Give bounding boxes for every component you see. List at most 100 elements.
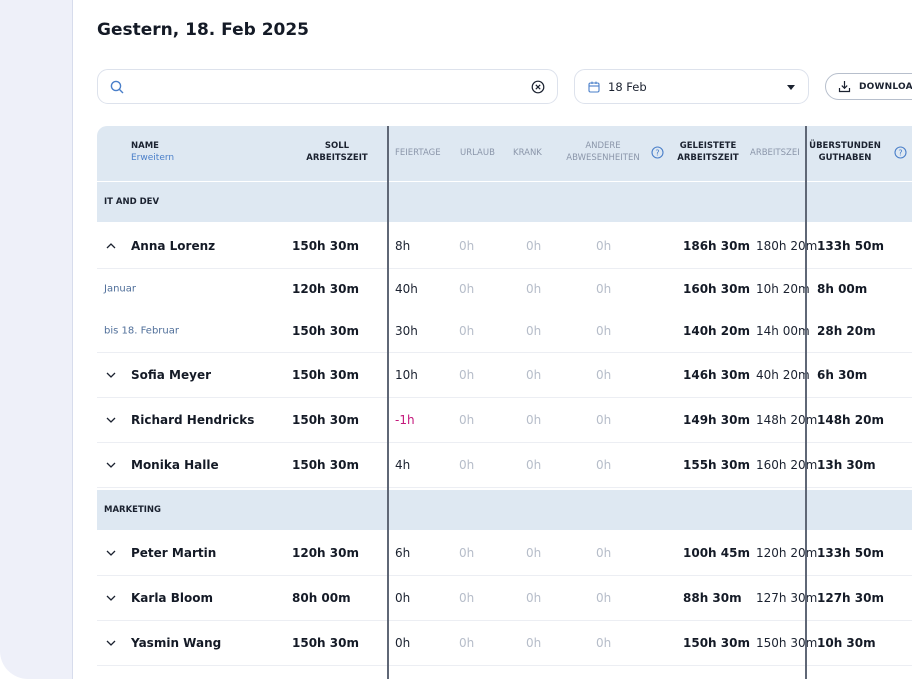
krank-value: 0h bbox=[526, 546, 542, 560]
feiertage-value: 8h bbox=[395, 239, 411, 253]
col-geleistete-line2: ARBEITSZEIT bbox=[677, 153, 739, 163]
table-row-karla-bloom[interactable]: Karla Bloom 80h 00m 0h 0h 0h 0h 88h 30m … bbox=[97, 576, 912, 621]
geleistete-value: 100h 45m bbox=[683, 546, 750, 560]
col-geleistete-line1: GELEISTETE bbox=[679, 141, 737, 151]
table-row-monika-halle[interactable]: Monika Halle 150h 30m 4h 0h 0h 0h 155h 3… bbox=[97, 443, 912, 488]
search-box[interactable] bbox=[97, 69, 558, 104]
col-header-urlaub[interactable]: URLAUB bbox=[460, 147, 495, 159]
table-header: NAME Erweitern SOLL ARBEITSZEIT FEIERTAG… bbox=[97, 126, 912, 181]
group-label: MARKETING bbox=[104, 505, 162, 515]
urlaub-value: 0h bbox=[459, 636, 475, 650]
geleistete-value: 160h 30m bbox=[683, 282, 750, 296]
expand-link[interactable]: Erweitern bbox=[131, 152, 174, 164]
feiertage-value: 0h bbox=[395, 591, 411, 605]
arbeitszeit-value: 10h 20m bbox=[756, 282, 810, 296]
krank-value: 0h bbox=[526, 239, 542, 253]
download-label: DOWNLOA bbox=[859, 82, 912, 92]
urlaub-value: 0h bbox=[459, 413, 475, 427]
table-row-peter-martin[interactable]: Peter Martin 120h 30m 6h 0h 0h 0h 100h 4… bbox=[97, 531, 912, 576]
andere-value: 0h bbox=[596, 324, 612, 338]
geleistete-value: 140h 20m bbox=[683, 324, 750, 338]
column-divider-guthaben bbox=[805, 126, 807, 679]
urlaub-value: 0h bbox=[459, 458, 475, 472]
soll-value: 120h 30m bbox=[292, 282, 359, 296]
time-table: NAME Erweitern SOLL ARBEITSZEIT FEIERTAG… bbox=[97, 126, 912, 679]
table-row-sofia-meyer[interactable]: Sofia Meyer 150h 30m 10h 0h 0h 0h 146h 3… bbox=[97, 353, 912, 398]
feiertage-value: -1h bbox=[395, 413, 415, 427]
chevron-down-icon[interactable] bbox=[106, 370, 116, 380]
col-header-name[interactable]: NAME Erweitern bbox=[131, 140, 174, 164]
feiertage-value: 4h bbox=[395, 458, 411, 472]
andere-value: 0h bbox=[596, 282, 612, 296]
table-row-richard-hendricks[interactable]: Richard Hendricks 150h 30m -1h 0h 0h 0h … bbox=[97, 398, 912, 443]
search-input[interactable] bbox=[134, 77, 528, 99]
col-andere-line1: ANDERE bbox=[585, 141, 621, 151]
table-row-bis-18-februar: bis 18. Februar 150h 30m 30h 0h 0h 0h 14… bbox=[97, 310, 912, 353]
search-icon bbox=[110, 80, 124, 94]
soll-value: 150h 30m bbox=[292, 413, 359, 427]
arbeitszeit-value: 150h 30m bbox=[756, 636, 818, 650]
feiertage-value: 0h bbox=[395, 636, 411, 650]
andere-value: 0h bbox=[596, 591, 612, 605]
chevron-down-icon[interactable] bbox=[106, 460, 116, 470]
col-header-krank[interactable]: KRANK bbox=[513, 147, 542, 159]
table-row-januar: Januar 120h 30m 40h 0h 0h 0h 160h 30m 10… bbox=[97, 268, 912, 310]
geleistete-value: 150h 30m bbox=[683, 636, 750, 650]
chevron-up-icon[interactable] bbox=[106, 241, 116, 251]
col-header-ueberstunden[interactable]: ÜBERSTUNDEN GUTHABEN bbox=[808, 140, 882, 164]
feiertage-value: 10h bbox=[395, 368, 418, 382]
period-label: bis 18. Februar bbox=[104, 325, 179, 337]
col-header-feiertage[interactable]: FEIERTAGE bbox=[395, 147, 441, 159]
guthaben-value: 133h 50m bbox=[817, 546, 884, 560]
guthaben-value: 133h 50m bbox=[817, 239, 884, 253]
clear-search-icon[interactable] bbox=[531, 80, 545, 94]
urlaub-value: 0h bbox=[459, 239, 475, 253]
employee-name: Monika Halle bbox=[131, 458, 219, 472]
guthaben-value: 6h 30m bbox=[817, 368, 868, 382]
help-icon-andere[interactable]: ? bbox=[651, 146, 664, 159]
geleistete-value: 88h 30m bbox=[683, 591, 742, 605]
date-picker[interactable]: 18 Feb bbox=[574, 69, 809, 104]
employee-name: Yasmin Wang bbox=[131, 636, 222, 650]
col-andere-line2: ABWESENHEITEN bbox=[566, 153, 640, 163]
krank-value: 0h bbox=[526, 591, 542, 605]
col-header-geleistete[interactable]: GELEISTETE ARBEITSZEIT bbox=[675, 140, 741, 164]
col-header-arbeitszeit[interactable]: ARBEITSZEI bbox=[750, 147, 806, 159]
guthaben-value: 13h 30m bbox=[817, 458, 876, 472]
chevron-down-icon[interactable] bbox=[106, 638, 116, 648]
guthaben-value: 28h 20m bbox=[817, 324, 876, 338]
table-row-yasmin-wang[interactable]: Yasmin Wang 150h 30m 0h 0h 0h 0h 150h 30… bbox=[97, 621, 912, 666]
download-button[interactable]: DOWNLOA bbox=[825, 73, 912, 100]
download-icon bbox=[838, 81, 851, 93]
column-divider-soll bbox=[387, 126, 389, 679]
guthaben-value: 148h 20m bbox=[817, 413, 884, 427]
page-title: Gestern, 18. Feb 2025 bbox=[97, 20, 310, 40]
soll-value: 120h 30m bbox=[292, 546, 359, 560]
arbeitszeit-value: 120h 20m bbox=[756, 546, 818, 560]
main-content: Gestern, 18. Feb 2025 18 Feb DOWNLOA NAM… bbox=[72, 0, 912, 679]
arbeitszeit-value: 40h 20m bbox=[756, 368, 810, 382]
date-picker-label: 18 Feb bbox=[608, 80, 647, 94]
col-header-soll[interactable]: SOLL ARBEITSZEIT bbox=[303, 140, 371, 164]
soll-value: 150h 30m bbox=[292, 239, 359, 253]
calendar-icon bbox=[588, 81, 600, 93]
arbeitszeit-value: 14h 00m bbox=[756, 324, 810, 338]
chevron-down-icon[interactable] bbox=[106, 415, 116, 425]
chevron-down-icon[interactable] bbox=[106, 593, 116, 603]
feiertage-value: 30h bbox=[395, 324, 418, 338]
andere-value: 0h bbox=[596, 239, 612, 253]
guthaben-value: 127h 30m bbox=[817, 591, 884, 605]
arbeitszeit-value: 160h 20m bbox=[756, 458, 818, 472]
urlaub-value: 0h bbox=[459, 591, 475, 605]
chevron-down-icon[interactable] bbox=[106, 548, 116, 558]
krank-value: 0h bbox=[526, 282, 542, 296]
help-icon-ueberstunden[interactable]: ? bbox=[894, 146, 907, 159]
col-header-andere[interactable]: ANDERE ABWESENHEITEN bbox=[561, 140, 645, 164]
group-row-marketing: MARKETING bbox=[97, 490, 912, 530]
col-ueberstunden-line1: ÜBERSTUNDEN bbox=[809, 141, 881, 151]
urlaub-value: 0h bbox=[459, 546, 475, 560]
urlaub-value: 0h bbox=[459, 324, 475, 338]
andere-value: 0h bbox=[596, 546, 612, 560]
employee-name: Sofia Meyer bbox=[131, 368, 212, 382]
table-row-anna-lorenz[interactable]: Anna Lorenz 150h 30m 8h 0h 0h 0h 186h 30… bbox=[97, 224, 912, 269]
